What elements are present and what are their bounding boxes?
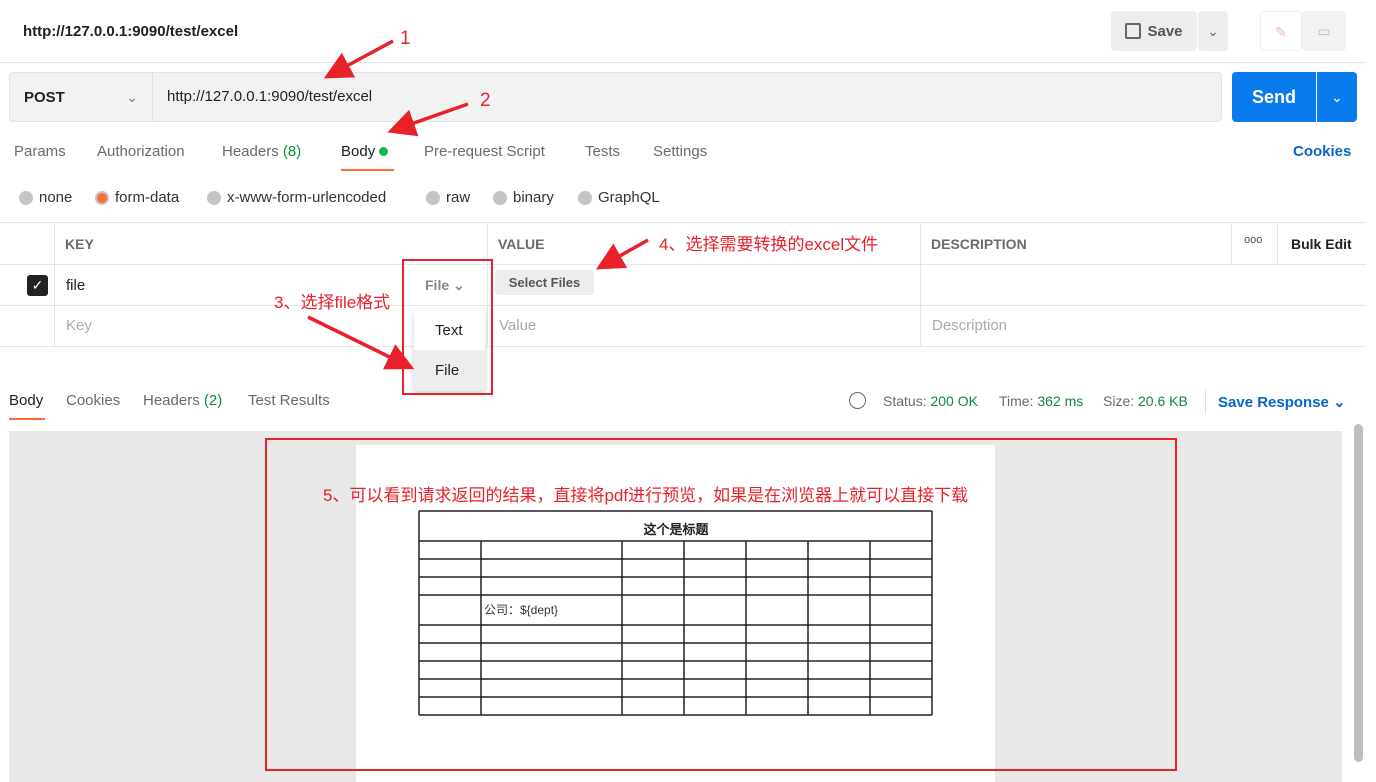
- annotation-3: 3、选择file格式: [274, 293, 391, 312]
- annotation-1: 1: [400, 28, 411, 49]
- annotation-4: 4、选择需要转换的excel文件: [659, 235, 879, 254]
- annotation-5: 5、可以看到请求返回的结果，直接将pdf进行预览，如果是在浏览器上就可以直接下载: [323, 486, 969, 505]
- annotation-2: 2: [480, 90, 491, 111]
- annotation-box-type: [402, 259, 493, 395]
